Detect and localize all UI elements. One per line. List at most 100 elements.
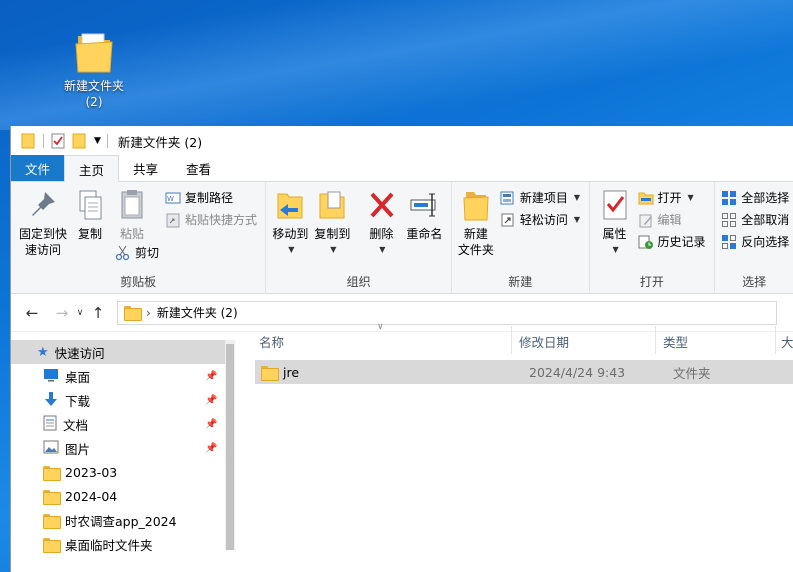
sort-indicator-icon: ∨ [377, 322, 384, 332]
tab-share[interactable]: 共享 [119, 155, 172, 181]
nav-item-desktop[interactable]: 桌面 📌 [11, 364, 235, 388]
select-none-button[interactable]: 全部取消 [721, 211, 789, 228]
folder-icon [43, 537, 61, 553]
delete-label: 删除 [369, 227, 394, 241]
pin-quick-access-button[interactable]: 固定到快 速访问 [17, 188, 69, 258]
pin-icon[interactable]: 📌 [205, 419, 217, 430]
nav-item-label: 2024-04 [65, 488, 118, 504]
nav-item-label: 图片 [65, 441, 91, 457]
address-input[interactable]: › 新建文件夹 (2) [117, 300, 777, 325]
star-icon: ★ [37, 344, 49, 360]
history-icon [638, 234, 654, 250]
select-all-button[interactable]: 全部选择 [721, 189, 789, 206]
cut-button[interactable]: 剪切 [115, 244, 159, 261]
table-row[interactable]: jre 2024/4/24 9:43 文件夹 [255, 360, 793, 384]
rename-button[interactable]: 重命名 [404, 188, 444, 242]
folder-icon [43, 489, 61, 505]
move-to-button[interactable]: 移动到 ▼ [270, 188, 310, 258]
column-divider[interactable] [775, 326, 776, 354]
tab-view[interactable]: 查看 [172, 155, 225, 181]
separator [106, 134, 108, 148]
open-group-label: 打开 [639, 275, 664, 289]
select-none-label: 全部取消 [741, 213, 790, 227]
new-folder-label-2: 文件夹 [457, 243, 494, 257]
edit-button[interactable]: 编辑 [638, 211, 682, 228]
new-folder-icon [460, 188, 492, 222]
svg-text:W: W [167, 195, 174, 203]
column-header-size[interactable]: 大 [781, 332, 793, 351]
new-folder-button[interactable]: 新建 文件夹 [456, 188, 496, 258]
clipboard-group: 固定到快 速访问 复制 粘贴 W 复制路径 粘贴快捷方式 剪切 剪贴板 [11, 182, 267, 294]
pin-icon[interactable]: 📌 [205, 443, 217, 454]
pin-icon [27, 188, 59, 222]
address-path: 新建文件夹 (2) [156, 306, 238, 320]
easy-access-dropdown-icon: ▼ [573, 215, 581, 224]
paste-icon [116, 188, 148, 222]
quick-access-dropdown-icon[interactable]: ▼ [94, 136, 101, 146]
nav-item-folder-desktop-temp[interactable]: 桌面临时文件夹 [11, 532, 235, 556]
pin-icon[interactable]: 📌 [205, 371, 217, 382]
open-button[interactable]: 打开 ▼ [638, 189, 694, 206]
file-modified: 2024/4/24 9:43 [529, 364, 626, 380]
column-header-modified[interactable]: 修改日期 [519, 332, 569, 351]
paste-shortcut-button[interactable]: 粘贴快捷方式 [165, 211, 257, 228]
desktop-folder-icon[interactable]: 新建文件夹 (2) [56, 30, 132, 110]
column-divider[interactable] [511, 326, 512, 354]
pin-icon[interactable]: 📌 [205, 395, 217, 406]
new-item-label: 新建项目 [519, 191, 568, 205]
new-item-button[interactable]: 新建项目 ▼ [500, 189, 580, 206]
nav-item-folder-2024-04[interactable]: 2024-04 [11, 484, 235, 508]
open-label: 打开 [657, 191, 682, 205]
ribbon: 固定到快 速访问 复制 粘贴 W 复制路径 粘贴快捷方式 剪切 剪贴板 移动到 … [11, 182, 793, 294]
ribbon-tabs: 文件 主页 共享 查看 [11, 155, 793, 182]
properties-button[interactable]: 属性 ▼ [598, 188, 632, 258]
recent-locations-chevron-icon[interactable]: ∨ [73, 308, 87, 318]
move-to-dropdown-icon: ▼ [288, 245, 295, 254]
new-group: 新建 文件夹 新建项目 ▼ 轻松访问 ▼ 新建 [452, 182, 590, 294]
copy-path-button[interactable]: W 复制路径 [165, 189, 233, 206]
desktop-icon-label-line2: (2) [85, 95, 103, 109]
new-item-icon [500, 190, 516, 206]
easy-access-button[interactable]: 轻松访问 ▼ [500, 211, 580, 228]
tab-file[interactable]: 文件 [11, 155, 65, 181]
properties-label: 属性 [602, 227, 627, 241]
up-arrow-icon[interactable]: ↑ [87, 304, 109, 322]
nav-item-pictures[interactable]: 图片 📌 [11, 436, 235, 460]
copy-path-icon: W [165, 190, 181, 206]
move-to-icon [274, 188, 306, 222]
nav-item-label: 下载 [65, 393, 91, 409]
copy-to-button[interactable]: 复制到 ▼ [312, 188, 352, 258]
nav-item-quick-access[interactable]: ★ 快速访问 [11, 340, 235, 364]
file-list-pane: ∨ 名称 修改日期 类型 大 jre 2024/4/24 9:43 文件夹 [245, 322, 793, 572]
pin-label-1: 固定到快 [18, 227, 67, 241]
nav-pane-scrollbar[interactable] [225, 340, 235, 550]
nav-item-folder-survey-app[interactable]: 时农调查app_2024 [11, 508, 235, 532]
new-folder-quick-icon[interactable] [72, 133, 88, 149]
scrollbar-thumb[interactable] [226, 344, 234, 550]
tab-home[interactable]: 主页 [64, 155, 120, 182]
forward-arrow-icon[interactable]: → [51, 304, 73, 322]
copy-to-label: 复制到 [314, 227, 351, 241]
column-header-name[interactable]: 名称 [259, 332, 284, 351]
new-folder-label-1: 新建 [463, 227, 488, 241]
nav-item-downloads[interactable]: 下载 📌 [11, 388, 235, 412]
column-divider[interactable] [655, 326, 656, 354]
copy-button[interactable]: 复制 [73, 188, 107, 242]
delete-button[interactable]: 删除 ▼ [366, 188, 396, 258]
select-group: 全部选择 全部取消 反向选择 选择 [715, 182, 793, 294]
paste-shortcut-label: 粘贴快捷方式 [185, 213, 258, 227]
folder-icon [74, 30, 114, 74]
file-type: 文件夹 [673, 365, 711, 381]
properties-check-icon[interactable] [50, 133, 66, 149]
column-headers: ∨ 名称 修改日期 类型 大 [245, 322, 793, 358]
column-header-type[interactable]: 类型 [663, 332, 688, 351]
select-none-icon [721, 212, 737, 228]
download-icon [43, 391, 59, 410]
invert-selection-button[interactable]: 反向选择 [721, 233, 789, 250]
nav-item-folder-2023-03[interactable]: 2023-03 [11, 460, 235, 484]
back-arrow-icon[interactable]: ← [21, 304, 43, 322]
paste-button[interactable]: 粘贴 [115, 188, 149, 242]
nav-item-documents[interactable]: 文档 📌 [11, 412, 235, 436]
nav-item-label: 桌面 [65, 369, 91, 385]
history-button[interactable]: 历史记录 [638, 233, 706, 250]
